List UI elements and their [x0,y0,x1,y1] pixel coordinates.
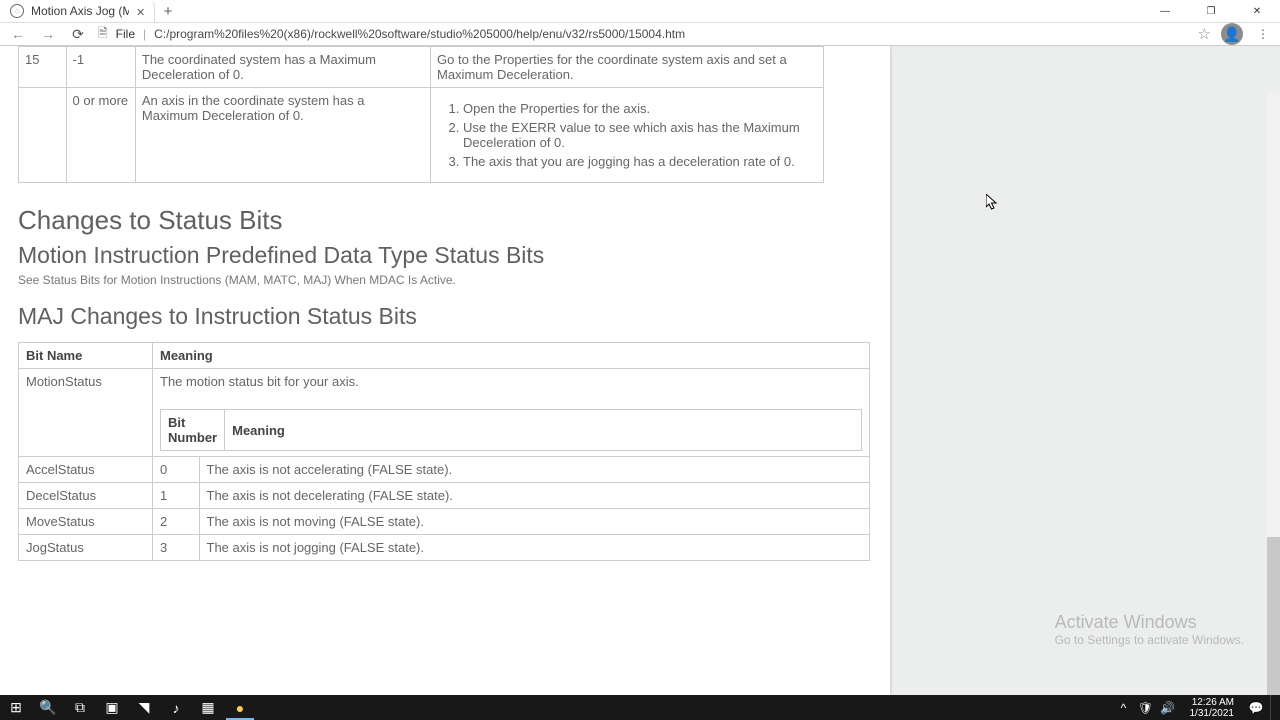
window-controls: — ❐ ✕ [1142,0,1280,22]
mouse-cursor [986,194,998,210]
activate-windows-watermark: Activate Windows Go to Settings to activ… [1055,612,1244,647]
forward-button[interactable]: → [38,24,58,44]
viewport: For example, if EXERR = 3, then check th… [0,46,1280,695]
tray-volume-icon[interactable]: 🔊 [1160,701,1176,715]
scrollbar-thumb[interactable] [1267,537,1280,695]
heading-maj-changes: MAJ Changes to Instruction Status Bits [18,303,888,330]
taskbar-app-2[interactable]: ◥ [128,695,160,720]
search-button[interactable]: 🔍 [32,695,64,720]
task-view-button[interactable]: ⧉ [64,695,96,720]
heading-motion-predefined: Motion Instruction Predefined Data Type … [18,242,888,269]
taskbar-clock[interactable]: 12:26 AM 1/31/2021 [1182,697,1243,719]
tab-title: Motion Axis Jog (MAJ) [31,4,129,18]
start-button[interactable]: ⊞ [0,695,32,720]
status-bits-table: Bit Name Meaning MotionStatus The motion… [18,342,870,561]
profile-avatar[interactable]: 👤 [1221,23,1243,45]
back-button[interactable]: ← [8,24,28,44]
new-tab-button[interactable]: + [155,0,181,22]
solution-list: Open the Properties for the axis. Use th… [437,99,817,171]
globe-icon: ◌ [10,4,24,18]
maximize-button[interactable]: ❐ [1188,0,1234,22]
page-content: For example, if EXERR = 3, then check th… [18,46,888,561]
browser-toolbar: ← → ⟳ 🗎 File | C:/program%20files%20(x86… [0,23,1280,46]
taskbar-app-4[interactable]: ▦ [192,695,224,720]
reload-button[interactable]: ⟳ [68,24,88,44]
url-scheme: File [116,27,135,41]
chrome-taskbar-button[interactable]: ● [224,695,256,720]
notifications-icon[interactable]: 💬 [1248,701,1264,715]
close-tab-icon[interactable]: ✕ [136,6,146,16]
close-window-button[interactable]: ✕ [1234,0,1280,22]
inner-status-table: Bit Number Meaning [160,409,862,451]
more-menu-icon[interactable]: ⋮ [1253,27,1272,41]
address-bar[interactable]: 🗎 File | C:/program%20files%20(x86)/rock… [98,24,1188,45]
taskbar: ⊞ 🔍 ⧉ ▣ ◥ ♪ ▦ ● ^ 🛡 🔊 12:26 AM 1/31/2021… [0,695,1280,720]
browser-titlebar: ◌ Motion Axis Jog (MAJ) ✕ + — ❐ ✕ [0,0,1280,23]
system-tray: ^ 🛡 🔊 12:26 AM 1/31/2021 💬 [1116,695,1280,720]
url-text: C:/program%20files%20(x86)/rockwell%20so… [154,27,685,41]
show-desktop-button[interactable] [1270,695,1276,720]
tray-defender-icon[interactable]: 🛡 [1138,701,1154,715]
taskbar-app-1[interactable]: ▣ [96,695,128,720]
file-icon: 🗎 [98,24,108,45]
scrollbar-track[interactable] [1267,92,1280,670]
minimize-button[interactable]: — [1142,0,1188,22]
status-bits-note: See Status Bits for Motion Instructions … [18,273,888,287]
heading-changes-status-bits: Changes to Status Bits [18,205,888,236]
tray-chevron-icon[interactable]: ^ [1116,701,1132,715]
bookmark-icon[interactable]: ☆ [1198,25,1211,43]
browser-tab[interactable]: ◌ Motion Axis Jog (MAJ) ✕ [0,0,155,22]
error-table: For example, if EXERR = 3, then check th… [18,46,824,183]
taskbar-app-3[interactable]: ♪ [160,695,192,720]
